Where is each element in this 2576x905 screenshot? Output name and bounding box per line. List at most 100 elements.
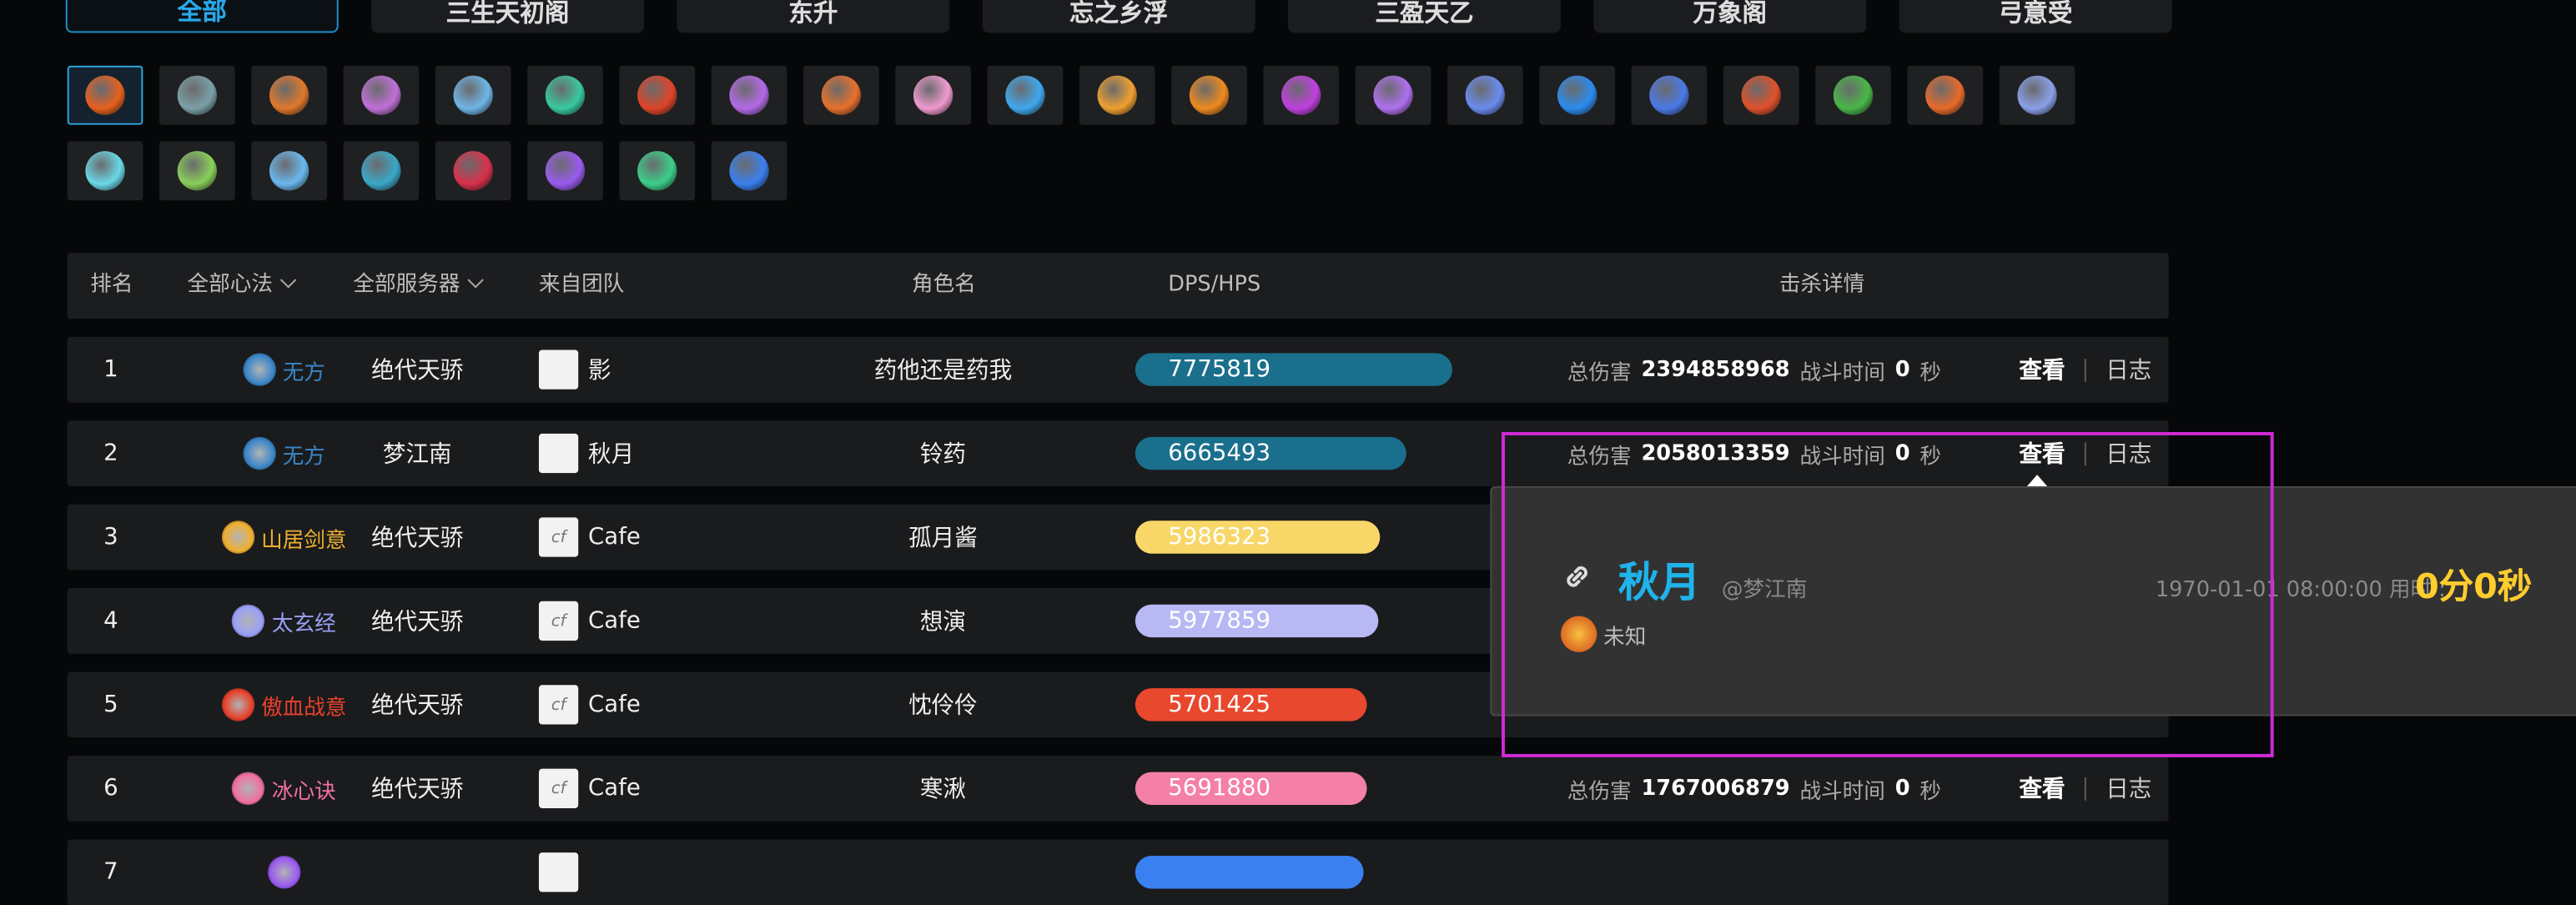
rank: 1 (103, 356, 118, 383)
team-name[interactable]: Cafe (588, 691, 641, 718)
kill-detail: 总伤害 1767006879 战斗时间 0 秒 (1567, 756, 1941, 822)
team-name[interactable]: 影 (588, 353, 611, 385)
team-logo (538, 852, 579, 892)
scroll-icon (177, 75, 217, 115)
log-button[interactable]: 日志 (2106, 772, 2151, 805)
school-name[interactable]: 无方 (283, 438, 325, 470)
skill-filter-12[interactable] (1171, 65, 1247, 125)
tab-1[interactable]: 三生天初阁 (371, 0, 645, 33)
skill-filter-3[interactable] (343, 65, 420, 125)
rank: 4 (103, 607, 118, 635)
skill-filter-9[interactable] (895, 65, 971, 125)
skill-filter-17[interactable] (1631, 65, 1708, 125)
skill-filter-23[interactable] (159, 141, 235, 201)
popover-player-name[interactable]: 秋月 (1618, 551, 1701, 610)
log-button[interactable]: 日志 (2106, 437, 2151, 470)
skill-filter-22[interactable] (67, 141, 143, 201)
link-icon[interactable] (1561, 561, 1593, 593)
row-actions: 查看 | 日志 (2019, 337, 2151, 403)
skill-filter-11[interactable] (1079, 65, 1155, 125)
skill-filter-13[interactable] (1263, 65, 1340, 125)
skill-filter-10[interactable] (987, 65, 1064, 125)
skill-filter-2[interactable] (251, 65, 327, 125)
skill-filter-4[interactable] (435, 65, 511, 125)
skill-filter-7[interactable] (711, 65, 787, 125)
skill-filter-20[interactable] (1907, 65, 1984, 125)
dps-bar (1135, 856, 1364, 889)
school-name[interactable]: 太玄经 (272, 606, 336, 637)
popover-status-text: 未知 (1603, 625, 1647, 650)
skill-filter-1[interactable] (159, 65, 235, 125)
tab-6[interactable]: 弓意受 (1899, 0, 2172, 33)
view-button[interactable]: 查看 (2019, 353, 2065, 385)
tab-2[interactable]: 东升 (677, 0, 950, 33)
skill-filter-6[interactable] (619, 65, 696, 125)
role-name[interactable]: 铃药 (812, 420, 1074, 486)
school-name[interactable]: 冰心诀 (272, 773, 336, 804)
school-name[interactable]: 山居剑意 (261, 521, 346, 553)
skill-filter-15[interactable] (1447, 65, 1523, 125)
role-name[interactable]: 忱伶伶 (812, 671, 1074, 737)
view-button[interactable]: 查看 (2019, 437, 2065, 470)
battle-time-label: 战斗时间 (1799, 779, 1885, 805)
violet-cone-icon (1373, 75, 1413, 115)
purple-orb-icon (1281, 75, 1321, 115)
skill-filter-16[interactable] (1539, 65, 1615, 125)
blue-drop-icon (729, 151, 769, 191)
school-name[interactable]: 傲血战意 (261, 689, 346, 721)
kill-detail: 总伤害 2058013359 战斗时间 0 秒 (1567, 420, 1941, 486)
role-name[interactable]: 药他还是药我 (812, 337, 1074, 403)
team-logo: cf (538, 517, 579, 557)
skill-filter-0[interactable] (67, 65, 143, 125)
header-school-filter[interactable]: 全部心法 (188, 253, 297, 319)
tab-4[interactable]: 三盈天乙 (1288, 0, 1561, 33)
green-warrior-icon (545, 75, 586, 115)
divider: | (2081, 775, 2090, 802)
log-button[interactable]: 日志 (2106, 353, 2151, 385)
golden-slash-icon (1097, 75, 1137, 115)
skill-filter-24[interactable] (251, 141, 327, 201)
skill-filter-29[interactable] (711, 141, 787, 201)
purple-mask-icon (361, 75, 401, 115)
server: 绝代天骄 (371, 358, 464, 385)
header-dps: DPS/HPS (1168, 272, 1261, 298)
team-name[interactable]: Cafe (588, 524, 641, 551)
header-rank: 排名 (90, 272, 133, 298)
server: 绝代天骄 (371, 609, 464, 636)
pink-lotus-icon (913, 75, 953, 115)
view-button[interactable]: 查看 (2019, 772, 2065, 805)
page: 全部 三生天初阁 东升 忘之乡浮 三盈天乙 万象阁 弓意受 排名 全部心法 全部服务器 来自… (0, 0, 2576, 905)
dps-bar: 6665493 (1135, 436, 1406, 470)
tab-3[interactable]: 忘之乡浮 (982, 0, 1255, 33)
battle-time-value: 0 (1894, 357, 1910, 382)
tab-5[interactable]: 万象阁 (1593, 0, 1867, 33)
skill-filter-19[interactable] (1815, 65, 1891, 125)
skill-filter-18[interactable] (1723, 65, 1799, 125)
table-row: 2 无方 梦江南 秋月 铃药 6665493 总伤害 2058013359 战斗时间 0 秒 查看 | 日… (67, 420, 2169, 486)
dps-bar: 5986323 (1135, 520, 1381, 554)
skill-filter-28[interactable] (619, 141, 696, 201)
skill-filter-25[interactable] (343, 141, 420, 201)
school-icon (221, 520, 255, 554)
header-server-filter[interactable]: 全部服务器 (353, 253, 484, 319)
skill-filter-8[interactable] (803, 65, 879, 125)
team-name[interactable]: Cafe (588, 608, 641, 635)
skill-filter-27[interactable] (527, 141, 603, 201)
role-name[interactable]: 孤月酱 (812, 505, 1074, 571)
skill-filter-21[interactable] (1999, 65, 2075, 125)
seconds-label: 秒 (1919, 444, 1941, 470)
team-name[interactable]: Cafe (588, 776, 641, 802)
popover-status: 未知 (1560, 616, 1647, 652)
flame-feather-icon (1560, 616, 1597, 652)
role-name[interactable]: 想演 (812, 588, 1074, 654)
skill-filter-5[interactable] (527, 65, 603, 125)
role-name[interactable] (812, 839, 1074, 905)
skill-filter-26[interactable] (435, 141, 511, 201)
role-name[interactable]: 寒湫 (812, 756, 1074, 822)
green-leaf-icon (177, 151, 217, 191)
tab-0[interactable]: 全部 (65, 0, 339, 33)
team-name[interactable]: 秋月 (588, 437, 634, 470)
school-name[interactable]: 无方 (283, 354, 325, 385)
skill-filter-14[interactable] (1355, 65, 1431, 125)
dps-value: 5986323 (1168, 524, 1271, 551)
